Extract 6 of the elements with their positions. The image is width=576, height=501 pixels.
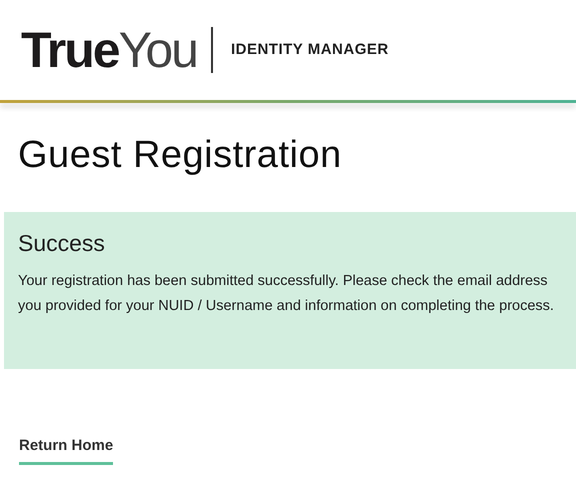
return-home-link[interactable]: Return Home bbox=[19, 435, 114, 464]
alert-message: Your registration has been submitted successfully. Please check the email address you provided for your NUID / Username and information on completing the process. bbox=[18, 272, 555, 316]
alert-heading: Success bbox=[18, 232, 106, 255]
header-subtitle: IDENTITY MANAGER bbox=[230, 40, 389, 60]
logo: TrueYou bbox=[21, 25, 197, 75]
page-title: Guest Registration bbox=[18, 136, 343, 174]
